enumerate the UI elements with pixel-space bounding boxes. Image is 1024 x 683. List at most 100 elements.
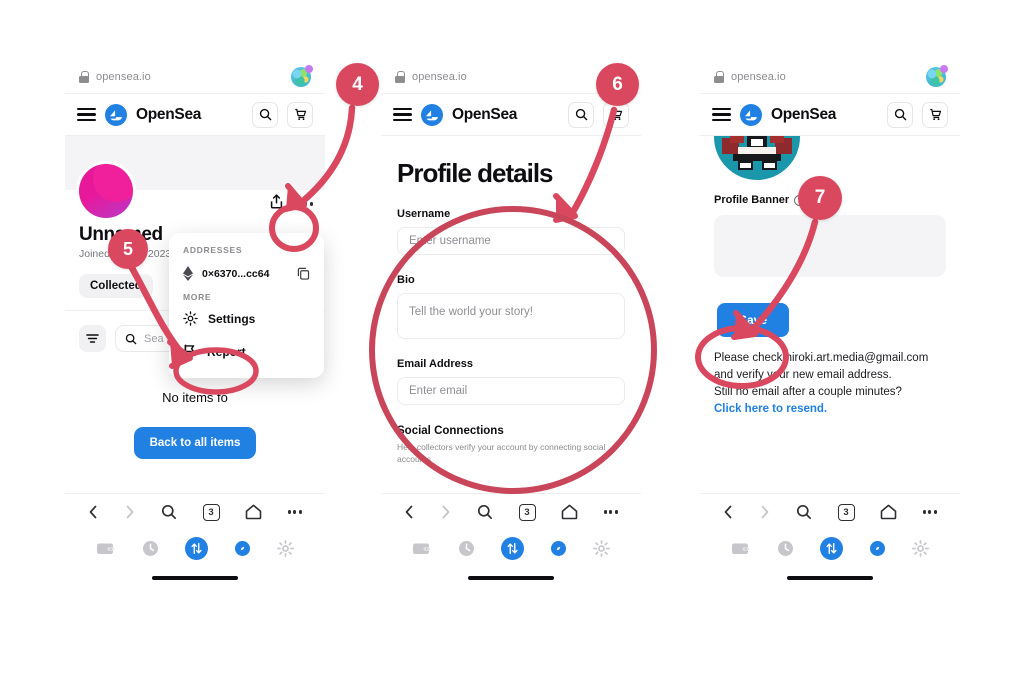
more-horizontal-icon[interactable] xyxy=(287,510,303,514)
flag-icon xyxy=(184,344,195,359)
tab-count-button[interactable]: 3 xyxy=(202,503,220,521)
wallet-icon[interactable] xyxy=(96,541,115,556)
lock-icon xyxy=(395,70,405,83)
wallet-tool-row xyxy=(381,531,641,567)
profile-details-form: Profile details Username Enter username … xyxy=(381,136,641,466)
hamburger-icon[interactable] xyxy=(393,108,412,121)
avatar xyxy=(79,164,133,218)
dropdown-item-report[interactable]: Report xyxy=(169,335,324,368)
empty-state-message: No items fo xyxy=(162,390,228,405)
home-icon[interactable] xyxy=(880,504,897,520)
bio-field[interactable]: Tell the world your story! xyxy=(397,293,625,339)
browser-url-bar[interactable]: opensea.io xyxy=(65,60,325,94)
tab-count-button[interactable]: 3 xyxy=(518,503,536,521)
chevron-right-icon[interactable] xyxy=(440,505,451,519)
resend-email-link[interactable]: Click here to resend. xyxy=(714,401,946,418)
email-label: Email Address xyxy=(397,358,474,370)
search-icon[interactable] xyxy=(568,101,594,128)
clock-icon[interactable] xyxy=(777,540,794,557)
search-icon[interactable] xyxy=(477,504,493,520)
wallet-icon[interactable] xyxy=(412,541,431,556)
site-header: OpenSea xyxy=(700,94,960,136)
profile-avatar-row xyxy=(65,164,325,224)
share-icon[interactable] xyxy=(270,194,283,214)
tab-collected[interactable]: Collected xyxy=(79,274,153,298)
home-indicator xyxy=(152,575,238,580)
home-indicator xyxy=(787,575,873,580)
browser-bottom-bars: 3 xyxy=(700,492,960,580)
hamburger-icon[interactable] xyxy=(77,108,96,121)
email-placeholder: Enter email xyxy=(409,385,468,397)
profile-banner-label: Profile Banner xyxy=(714,194,790,206)
swap-arrows-icon[interactable] xyxy=(185,537,209,560)
username-label: Username xyxy=(397,208,451,220)
username-field[interactable]: Enter username xyxy=(397,227,625,255)
filter-icon[interactable] xyxy=(79,325,106,352)
profile-action-icons xyxy=(270,194,313,214)
search-icon[interactable] xyxy=(252,101,278,128)
bio-label: Bio xyxy=(397,274,415,286)
search-icon[interactable] xyxy=(796,504,812,520)
home-icon[interactable] xyxy=(561,504,578,520)
verify-line-1: Please check hiroki.art.media@gmail.com xyxy=(714,352,929,364)
back-to-all-items-button[interactable]: Back to all items xyxy=(133,427,257,459)
email-field[interactable]: Enter email xyxy=(397,377,625,405)
opensea-logo-icon xyxy=(740,103,762,126)
swap-arrows-icon[interactable] xyxy=(501,537,525,560)
step-badge-7: 7 xyxy=(798,176,842,220)
step-badge-4: 4 xyxy=(336,63,379,106)
bio-placeholder: Tell the world your story! xyxy=(409,306,533,318)
swap-arrows-icon[interactable] xyxy=(820,537,844,560)
gear-icon xyxy=(183,311,198,326)
wallet-icon[interactable] xyxy=(731,541,750,556)
email-verification-notice: Please check hiroki.art.media@gmail.com … xyxy=(700,337,960,418)
more-horizontal-icon[interactable] xyxy=(298,202,313,206)
wallet-address-row[interactable]: 0×6370...cc64 xyxy=(169,255,324,281)
compass-icon[interactable] xyxy=(551,541,567,556)
chevron-left-icon[interactable] xyxy=(404,505,415,519)
home-indicator xyxy=(468,575,554,580)
chevron-right-icon[interactable] xyxy=(759,505,770,519)
compass-icon[interactable] xyxy=(870,541,886,556)
lock-icon xyxy=(79,70,89,83)
url-text: opensea.io xyxy=(412,70,467,83)
profile-more-dropdown: ADDRESSES 0×6370...cc64 MORE Settings Re… xyxy=(169,233,324,378)
gear-icon[interactable] xyxy=(592,540,610,557)
phone-panel-profile-menu: opensea.io OpenSea Joined 2023 Collected… xyxy=(65,60,325,580)
cart-icon[interactable] xyxy=(922,101,948,128)
url-text: opensea.io xyxy=(96,70,151,83)
gear-icon[interactable] xyxy=(276,540,294,557)
step-badge-5: 5 xyxy=(108,229,148,269)
search-icon[interactable] xyxy=(887,101,913,128)
chevron-left-icon[interactable] xyxy=(88,505,99,519)
dropdown-spacer xyxy=(169,281,324,292)
gear-icon[interactable] xyxy=(911,540,929,557)
hamburger-icon[interactable] xyxy=(712,108,731,121)
more-horizontal-icon[interactable] xyxy=(603,510,619,514)
cart-icon[interactable] xyxy=(287,101,313,128)
search-icon[interactable] xyxy=(161,504,177,520)
dropdown-item-settings[interactable]: Settings xyxy=(169,302,324,335)
dropdown-item-label: Settings xyxy=(208,311,256,326)
more-horizontal-icon[interactable] xyxy=(922,510,938,514)
clock-icon[interactable] xyxy=(458,540,475,557)
chevron-right-icon[interactable] xyxy=(124,505,135,519)
dropdown-item-label: Report xyxy=(207,344,246,359)
browser-url-bar[interactable]: opensea.io xyxy=(700,60,960,94)
addresses-label: ADDRESSES xyxy=(183,245,243,255)
wallet-tool-row xyxy=(65,531,325,567)
save-button[interactable]: Save xyxy=(717,303,790,337)
social-connections-help: Help collectors verify your account by c… xyxy=(397,442,606,465)
wallet-address: 0×6370...cc64 xyxy=(202,267,270,280)
chevron-left-icon[interactable] xyxy=(723,505,734,519)
tab-count-button[interactable]: 3 xyxy=(837,503,855,521)
browser-bottom-bars: 3 xyxy=(381,492,641,580)
browser-bottom-bars: 3 xyxy=(65,492,325,580)
compass-icon[interactable] xyxy=(235,541,251,556)
profile-banner-upload[interactable] xyxy=(714,215,946,277)
more-label: MORE xyxy=(183,292,212,302)
avatar xyxy=(714,136,800,180)
clock-icon[interactable] xyxy=(142,540,159,557)
ethereum-icon xyxy=(183,266,193,281)
home-icon[interactable] xyxy=(245,504,262,520)
